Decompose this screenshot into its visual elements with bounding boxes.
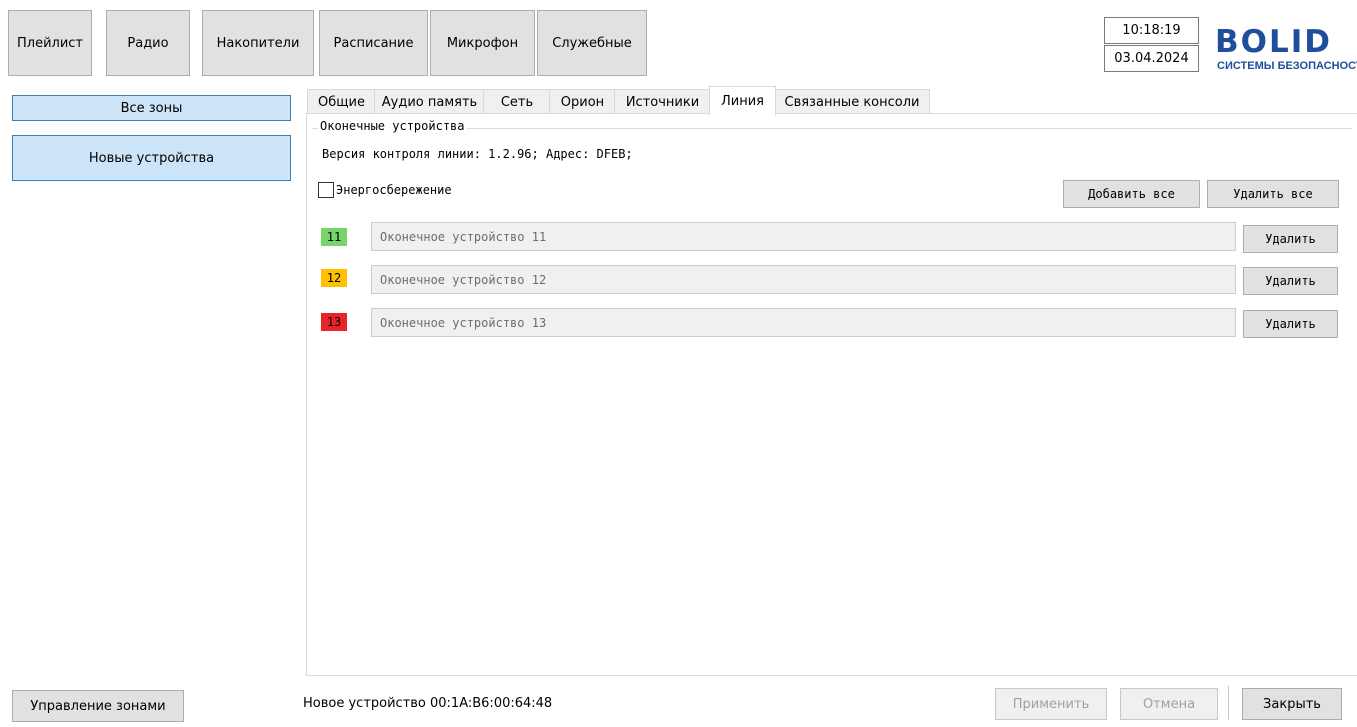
status-text: Новое устройство 00:1A:B6:00:64:48 <box>303 696 553 711</box>
device-13-delete-button[interactable]: Удалить <box>1243 310 1338 338</box>
device-12-status-badge: 12 <box>321 269 347 287</box>
toolbar-button-radio[interactable]: Радио <box>106 10 190 76</box>
group-frame <box>312 128 1352 129</box>
tab-audio-memory[interactable]: Аудио память <box>374 89 485 114</box>
device-11-name-field[interactable]: Оконечное устройство 11 <box>371 222 1236 251</box>
toolbar-button-service[interactable]: Служебные <box>537 10 647 76</box>
manage-zones-button[interactable]: Управление зонами <box>12 690 184 722</box>
tab-linked-consoles[interactable]: Связанные консоли <box>774 89 930 114</box>
tab-sources[interactable]: Источники <box>614 89 711 114</box>
tab-network[interactable]: Сеть <box>483 89 551 114</box>
toolbar-button-schedule[interactable]: Расписание <box>319 10 428 76</box>
energy-saving-label: Энергосбережение <box>336 183 452 197</box>
device-11-delete-button[interactable]: Удалить <box>1243 225 1338 253</box>
cancel-button[interactable]: Отмена <box>1120 688 1218 720</box>
close-button[interactable]: Закрыть <box>1242 688 1342 720</box>
delete-all-button[interactable]: Удалить все <box>1207 180 1339 208</box>
energy-saving-checkbox[interactable] <box>318 182 334 198</box>
all-zones-button[interactable]: Все зоны <box>12 95 291 121</box>
toolbar-button-microphone[interactable]: Микрофон <box>430 10 535 76</box>
clock-time: 10:18:19 <box>1104 17 1199 44</box>
add-all-button[interactable]: Добавить все <box>1063 180 1200 208</box>
apply-button[interactable]: Применить <box>995 688 1107 720</box>
tab-general[interactable]: Общие <box>307 89 376 114</box>
line-version-text: Версия контроля линии: 1.2.96; Адрес: DF… <box>322 147 633 161</box>
group-title: Оконечные устройства <box>318 119 467 133</box>
logo-subtitle: СИСТЕМЫ БЕЗОПАСНОСТ <box>1217 60 1357 72</box>
footer-separator <box>1228 686 1229 720</box>
tab-line[interactable]: Линия <box>709 86 776 116</box>
toolbar-button-playlist[interactable]: Плейлист <box>8 10 92 76</box>
device-13-name-field[interactable]: Оконечное устройство 13 <box>371 308 1236 337</box>
device-13-status-badge: 13 <box>321 313 347 331</box>
bolid-logo: BOLID СИСТЕМЫ БЕЗОПАСНОСТ <box>1210 26 1357 76</box>
device-12-delete-button[interactable]: Удалить <box>1243 267 1338 295</box>
device-11-status-badge: 11 <box>321 228 347 246</box>
logo-word: BOLID <box>1215 26 1333 60</box>
new-devices-button[interactable]: Новые устройства <box>12 135 291 181</box>
tab-orion[interactable]: Орион <box>549 89 616 114</box>
device-12-name-field[interactable]: Оконечное устройство 12 <box>371 265 1236 294</box>
toolbar-button-storage[interactable]: Накопители <box>202 10 314 76</box>
clock-date: 03.04.2024 <box>1104 45 1199 72</box>
